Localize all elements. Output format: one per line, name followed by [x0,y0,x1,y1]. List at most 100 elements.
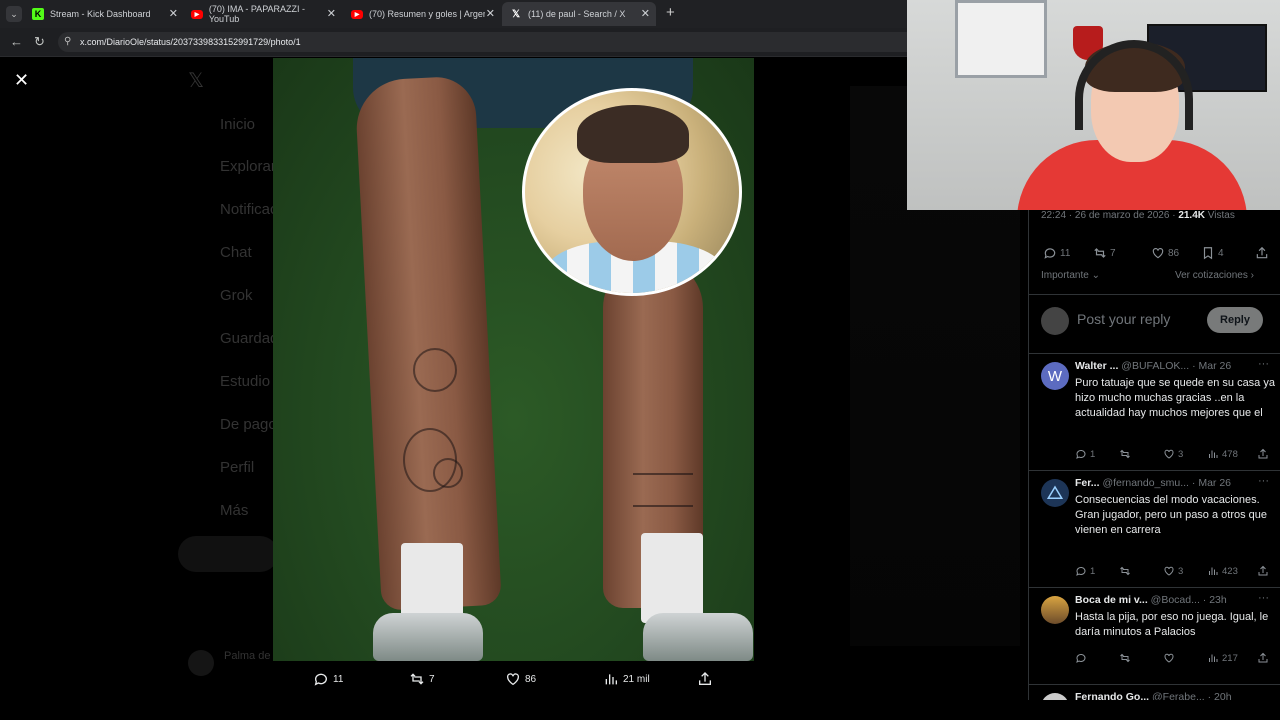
close-tab-icon[interactable]: ✕ [327,7,336,20]
reply-input[interactable]: Post your reply [1077,311,1170,327]
views-action[interactable]: 21 mil [603,671,650,687]
reply-item[interactable]: Boca de mi v... @Bocad... · 23h ··· Hast… [1029,588,1280,685]
close-tab-icon[interactable]: ✕ [486,7,495,20]
reply-share-button[interactable] [1257,652,1269,664]
browser-tab-youtube-2[interactable]: ▶ (70) Resumen y goles | Argentin ✕ [351,4,495,24]
reply-like-button[interactable]: 3 [1163,448,1183,460]
reply-like-button[interactable]: 3 [1163,565,1183,577]
reply-handle[interactable]: @Bocad... [1151,594,1200,606]
reply-item[interactable]: Fernando Go... @Ferabe... · 20h [1029,685,1280,700]
reply-handle[interactable]: @Ferabe... [1152,691,1205,700]
reply-views-button[interactable]: 423 [1207,565,1238,577]
avatar-ghost [188,650,214,676]
reply-author[interactable]: Fer... [1075,477,1100,489]
tab-title: (11) de paul - Search / X [528,9,626,19]
avatar[interactable] [1041,479,1069,507]
share-icon [1258,652,1268,663]
site-info-icon[interactable]: ⚲ [64,36,71,47]
reply-reply-button[interactable] [1075,652,1087,664]
reply-item[interactable]: W Walter ... @BUFALOK... · Mar 26 ··· Pu… [1029,354,1280,471]
reply-date[interactable]: · 23h [1203,594,1227,606]
like-action[interactable]: 86 [505,671,536,687]
reply-reply-button[interactable]: 1 [1075,565,1095,577]
post-share-button[interactable] [1255,246,1269,260]
nav-item-grok: Grok [220,287,253,304]
reply-share-button[interactable] [1257,565,1269,577]
more-options-icon[interactable]: ··· [1258,592,1269,604]
reply-date[interactable]: · 20h [1208,691,1232,700]
reply-repost-button[interactable] [1119,565,1131,577]
nav-item-explore: Explorar [220,158,276,175]
triangle-avatar-icon [1046,485,1064,499]
post-like-button[interactable]: 86 [1151,246,1179,260]
avatar[interactable] [1041,693,1069,700]
browser-tab-kick[interactable]: K Stream - Kick Dashboard ✕ [32,4,178,24]
new-tab-button[interactable]: + [666,4,675,21]
sort-replies-dropdown[interactable]: Importante ⌄ [1041,270,1100,281]
post-reply-count: 11 [1060,247,1071,259]
reply-icon [1076,653,1086,663]
post-bookmark-button[interactable]: 4 [1201,246,1224,260]
repost-action[interactable]: 7 [409,671,435,687]
views-count: 21 mil [623,673,650,685]
reply-text: Puro tatuaje que se quede en su casa ya … [1075,377,1275,419]
reply-button[interactable]: Reply [1207,307,1263,333]
close-tab-icon[interactable]: ✕ [169,7,178,20]
photo-tattoo [433,458,463,488]
post-views-count: 21.4K [1178,210,1205,221]
more-options-icon[interactable]: ··· [1258,475,1269,487]
nav-item-more: Más [220,502,249,519]
post-button-ghost [178,536,278,572]
share-icon [1256,246,1268,259]
reply-reply-button[interactable]: 1 [1075,448,1095,460]
heart-icon [1164,566,1174,576]
close-tab-icon[interactable]: ✕ [641,7,650,20]
browser-tab-youtube-1[interactable]: ▶ (70) IMA - PAPARAZZI - YouTub ✕ [191,4,336,24]
reply-text: Consecuencias del modo vacaciones. Gran … [1075,494,1268,536]
post-reply-button[interactable]: 11 [1043,246,1070,260]
heart-icon [1152,248,1164,259]
reply-like-button[interactable] [1163,652,1175,664]
reply-icon [1044,248,1056,259]
repost-count: 7 [429,673,435,685]
quotes-label: Ver cotizaciones [1175,270,1248,281]
reply-handle[interactable]: @fernando_smu... [1102,477,1189,489]
view-quotes-link[interactable]: Ver cotizaciones › [1175,270,1254,281]
reply-icon [314,673,327,686]
views-icon [605,674,617,685]
reply-repost-button[interactable] [1119,652,1131,664]
share-icon [1258,565,1268,576]
reload-icon[interactable]: ↻ [34,34,45,50]
post-views-label: Vistas [1207,210,1235,221]
tab-search-button[interactable]: ⌄ [6,6,22,22]
back-arrow-icon[interactable]: ← [10,34,23,49]
photo-right-shoe [643,613,753,661]
reply-views-button[interactable]: 217 [1207,652,1238,664]
photo-tattoo [413,348,457,392]
youtube-icon: ▶ [351,9,363,19]
reply-actions: 1 3 423 [1075,565,1271,579]
reply-share-button[interactable] [1257,448,1269,460]
share-action[interactable] [697,671,713,687]
avatar[interactable] [1041,596,1069,624]
reply-date[interactable]: · Mar 26 [1192,477,1231,489]
reply-item[interactable]: Fer... @fernando_smu... · Mar 26 ··· Con… [1029,471,1280,588]
reply-author[interactable]: Fernando Go... [1075,691,1149,700]
reply-action[interactable]: 11 [313,671,343,687]
avatar[interactable]: W [1041,362,1069,390]
url-text: x.com/DiarioOle/status/20373398331529917… [80,37,301,47]
more-options-icon[interactable]: ··· [1258,358,1269,370]
post-repost-button[interactable]: 7 [1093,246,1116,260]
url-bar[interactable]: ⚲ x.com/DiarioOle/status/203733983315299… [58,32,918,52]
webcam-whiteboard [955,0,1047,78]
browser-tab-x-active[interactable]: 𝕏 (11) de paul - Search / X ✕ [502,2,656,26]
reply-handle[interactable]: @BUFALOK... [1121,360,1189,372]
reply-author[interactable]: Boca de mi v... [1075,594,1148,606]
reply-author[interactable]: Walter ... [1075,360,1118,372]
share-icon [699,672,711,685]
reply-repost-button[interactable] [1119,448,1131,460]
photo-inset-portrait [522,88,742,296]
close-viewer-icon[interactable]: ✕ [14,70,29,91]
reply-date[interactable]: · Mar 26 [1192,360,1231,372]
reply-views-button[interactable]: 478 [1207,448,1238,460]
